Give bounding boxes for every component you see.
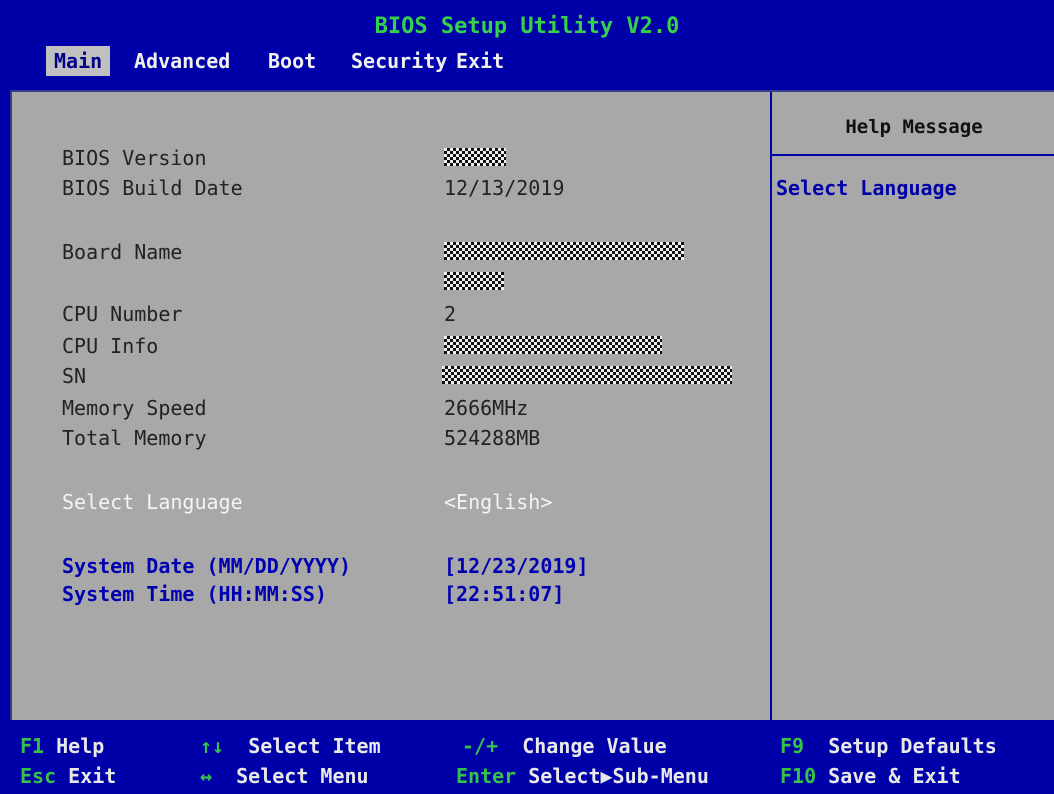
select-language-value[interactable]: <English> bbox=[444, 490, 552, 514]
row-system-time[interactable]: System Time (HH:MM:SS) [22:51:07] bbox=[62, 582, 564, 678]
sn-redacted bbox=[442, 366, 732, 384]
menu-exit[interactable]: Exit bbox=[448, 46, 512, 76]
help-divider bbox=[772, 154, 1054, 156]
system-date-label[interactable]: System Date (MM/DD/YYYY) bbox=[62, 554, 351, 578]
bios-build-date-value: 12/13/2019 bbox=[444, 176, 565, 200]
bios-version-redacted bbox=[444, 148, 506, 166]
help-text: Select Language bbox=[776, 176, 957, 200]
system-time-label[interactable]: System Time (HH:MM:SS) bbox=[62, 582, 327, 606]
total-memory-value: 524288MB bbox=[444, 426, 541, 450]
system-time-value[interactable]: [22:51:07] bbox=[444, 582, 564, 606]
board-name-redacted-2 bbox=[444, 272, 504, 290]
main-panel: Help Message Select Language BIOS Versio… bbox=[10, 90, 1054, 722]
menu-security[interactable]: Security bbox=[343, 46, 455, 76]
board-name-redacted bbox=[444, 242, 684, 260]
memory-speed-value: 2666MHz bbox=[444, 396, 529, 420]
help-title: Help Message bbox=[845, 116, 983, 138]
sn-label: SN bbox=[62, 364, 87, 388]
f1-desc: Help bbox=[56, 734, 105, 758]
memory-speed-label: Memory Speed bbox=[62, 396, 207, 420]
f1-key: F1 bbox=[20, 734, 45, 758]
arrows-up-down-key: ↑↓ bbox=[200, 734, 225, 758]
f10-key: F10 bbox=[780, 764, 817, 788]
system-date-value[interactable]: [12/23/2019] bbox=[444, 554, 589, 578]
total-memory-label: Total Memory bbox=[62, 426, 207, 450]
arrows-left-right-key: ↔ bbox=[200, 764, 213, 788]
panel-divider bbox=[770, 92, 772, 722]
footer-keys: F1 Help ↑↓ Select Item -/+ Change Value … bbox=[0, 726, 1054, 794]
title-bar: BIOS Setup Utility V2.0 Main Advanced Bo… bbox=[0, 0, 1054, 80]
bios-title: BIOS Setup Utility V2.0 bbox=[374, 14, 680, 39]
cpu-number-value: 2 bbox=[444, 302, 457, 326]
exit-desc: Exit bbox=[68, 764, 117, 788]
esc-key: Esc bbox=[20, 764, 57, 788]
save-exit-desc: Save & Exit bbox=[828, 764, 961, 788]
cpu-info-redacted bbox=[444, 336, 662, 354]
bios-version-label: BIOS Version bbox=[62, 146, 207, 170]
select-language-label[interactable]: Select Language bbox=[62, 490, 243, 514]
cpu-info-label: CPU Info bbox=[62, 334, 159, 358]
cpu-number-label: CPU Number bbox=[62, 302, 183, 326]
menu-boot[interactable]: Boot bbox=[260, 46, 324, 76]
menu-advanced[interactable]: Advanced bbox=[126, 46, 238, 76]
plus-minus-key: -/+ bbox=[462, 734, 499, 758]
enter-key: Enter bbox=[456, 764, 517, 788]
menu-main[interactable]: Main bbox=[46, 46, 111, 76]
select-item-desc: Select Item bbox=[248, 734, 381, 758]
bios-build-date-label: BIOS Build Date bbox=[62, 176, 243, 200]
board-name-label: Board Name bbox=[62, 240, 183, 264]
select-submenu-desc: Select▶Sub-Menu bbox=[528, 764, 709, 788]
change-value-desc: Change Value bbox=[522, 734, 667, 758]
select-menu-desc: Select Menu bbox=[236, 764, 369, 788]
f9-key: F9 bbox=[780, 734, 805, 758]
setup-defaults-desc: Setup Defaults bbox=[828, 734, 997, 758]
